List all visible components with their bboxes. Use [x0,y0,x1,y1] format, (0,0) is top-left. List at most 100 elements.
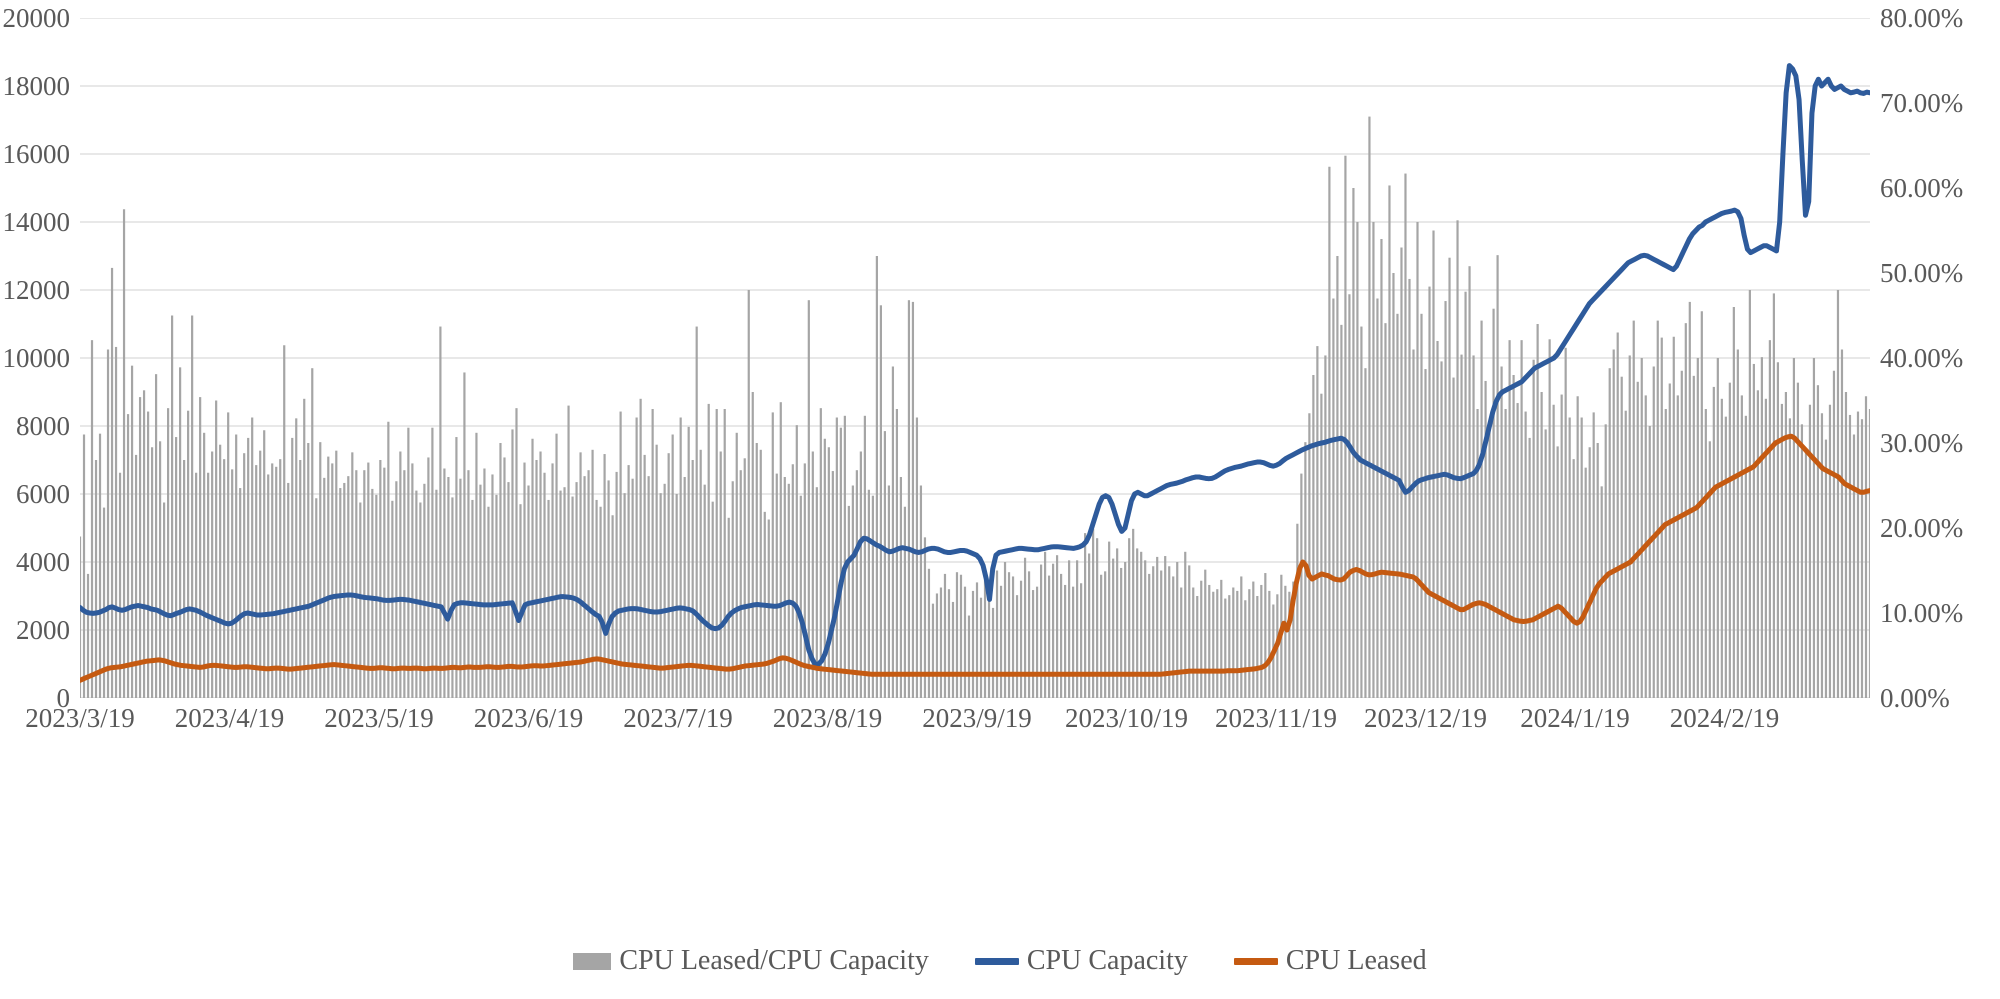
legend-item-cpu-leased-over-capacity[interactable]: CPU Leased/CPU Capacity [573,945,929,977]
bar [1832,370,1836,698]
bar [1196,596,1199,698]
bar [799,495,802,698]
chart-container: 0 2000 4000 6000 8000 10000 12000 14000 16000 180… [0,0,2000,999]
bar [1120,567,1123,698]
legend-item-cpu-capacity[interactable]: CPU Capacity [974,945,1188,977]
y-axis-left-tick-label: 6000 [16,479,70,509]
bar [535,460,538,698]
bar [403,470,406,698]
bar [243,453,246,698]
bar [915,417,919,698]
bar [1172,576,1175,698]
y-axis-right-tick-label: 60.00% [1880,173,1964,203]
bar [1156,556,1159,698]
bar [679,417,682,698]
bar [1384,323,1387,698]
bar [475,432,478,698]
bar [1732,307,1735,698]
bar [623,493,626,698]
line-swatch-icon [1233,957,1278,965]
bar [1776,362,1779,698]
bar [1708,441,1711,698]
bar [899,477,903,698]
bar [1152,566,1155,698]
bar [1532,359,1535,698]
bar [1352,188,1355,698]
bar [1068,560,1071,698]
bar [411,463,414,698]
bar [355,470,358,698]
bar [1200,580,1203,698]
bar [1680,370,1683,698]
bar [1124,562,1127,698]
bar [1216,589,1219,698]
bar [219,444,222,698]
bar [327,456,330,698]
y-axis-right-tick-label: 70.00% [1880,88,1964,118]
bar [299,460,302,698]
bar [963,586,967,698]
bar [1652,366,1655,698]
line-swatch-icon [974,957,1019,965]
bar [247,437,250,698]
bar [1336,256,1339,698]
legend-label: CPU Leased [1285,945,1427,976]
bar [755,443,758,698]
bar [407,427,410,698]
bar [1023,557,1027,698]
legend-item-cpu-leased[interactable]: CPU Leased [1233,945,1427,977]
bar [1640,358,1643,698]
bar [1628,355,1631,698]
bar [1104,571,1107,698]
bar [1512,375,1515,698]
bar [279,459,282,698]
bar [1856,411,1860,698]
bar [235,434,238,698]
bar [1015,595,1019,698]
bar [1256,596,1259,698]
bar [539,451,542,698]
bar [1100,574,1103,698]
bar [555,433,558,698]
bar [1712,386,1715,698]
bar [1176,562,1179,698]
bar [1860,419,1864,698]
bar [715,409,718,698]
bar [271,463,274,698]
bar [199,397,202,698]
bar [1736,349,1739,698]
bar [643,454,646,698]
y-axis-left-tick-label: 12000 [2,275,71,305]
bar [619,411,622,698]
bar [1003,562,1007,698]
bar [783,477,786,698]
y-axis-right-tick-label: 30.00% [1880,428,1964,458]
bar [651,409,654,698]
bar [114,346,118,698]
bar [383,467,386,698]
bar [1388,185,1391,698]
bar [1656,320,1659,698]
bar [967,615,971,698]
bar [223,459,226,698]
bar [607,480,610,698]
bar [287,482,290,698]
bar [187,410,190,698]
bar [1340,324,1343,698]
bar [1584,467,1587,698]
bar [1212,591,1215,698]
bar [1064,584,1067,698]
bar [1360,326,1363,698]
bar [319,442,322,698]
y-axis-left-tick-label: 4000 [16,547,70,577]
bar [599,506,602,698]
bar [423,483,426,698]
bar [1772,293,1775,698]
bar [1668,383,1671,698]
bar [387,421,390,698]
bar [439,326,442,698]
legend: CPU Leased/CPU Capacity CPU Capacity CPU… [0,945,2000,977]
bar [943,573,947,698]
bar [98,433,102,698]
bar [463,372,466,698]
